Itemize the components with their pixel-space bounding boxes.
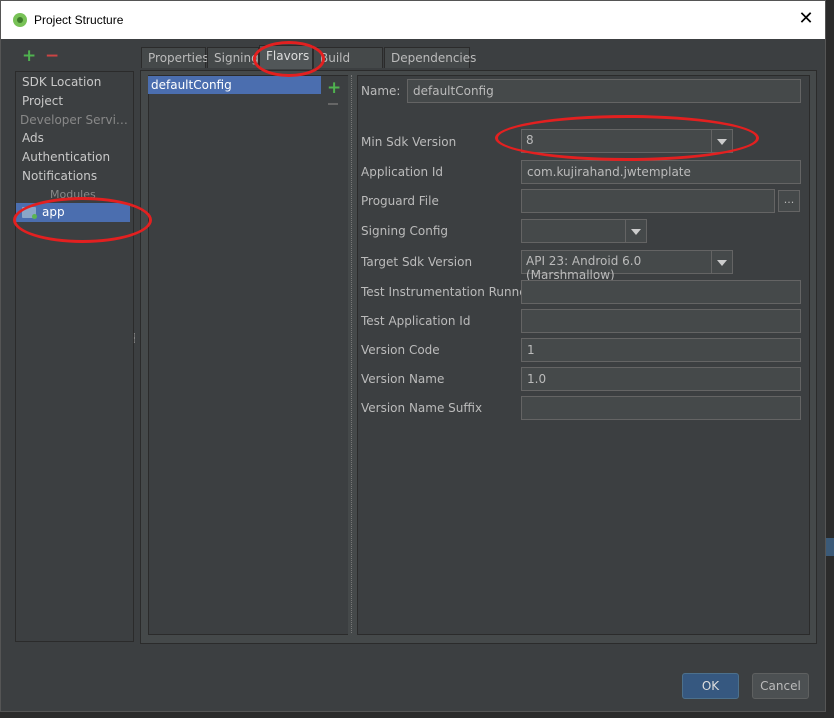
window-title: Project Structure bbox=[34, 13, 124, 27]
version-code-label: Version Code bbox=[361, 343, 440, 357]
min-sdk-combo[interactable]: 8 bbox=[521, 129, 733, 153]
tab-flavors[interactable]: Flavors bbox=[259, 45, 313, 69]
min-sdk-value: 8 bbox=[526, 133, 534, 147]
test-runner-field[interactable] bbox=[521, 280, 801, 304]
flavor-splitter-handle[interactable] bbox=[351, 75, 356, 633]
chevron-down-icon[interactable] bbox=[711, 130, 732, 152]
test-application-id-label: Test Application Id bbox=[361, 314, 471, 328]
version-name-suffix-field[interactable] bbox=[521, 396, 801, 420]
flavor-list-item[interactable]: defaultConfig bbox=[148, 76, 321, 94]
sidebar-splitter-handle[interactable]: ⁞ ⁞ bbox=[133, 333, 136, 346]
min-sdk-label: Min Sdk Version bbox=[361, 135, 457, 149]
version-code-field[interactable]: 1 bbox=[521, 338, 801, 362]
proguard-file-label: Proguard File bbox=[361, 194, 439, 208]
ok-button[interactable]: OK bbox=[682, 673, 739, 699]
chevron-down-icon[interactable] bbox=[711, 251, 732, 273]
application-id-field[interactable]: com.kujirahand.jwtemplate bbox=[521, 160, 801, 184]
version-name-label: Version Name bbox=[361, 372, 445, 386]
signing-config-combo[interactable] bbox=[521, 219, 647, 243]
version-name-suffix-label: Version Name Suffix bbox=[361, 401, 483, 415]
background-strip bbox=[826, 538, 834, 556]
tab-properties[interactable]: Properties bbox=[141, 47, 209, 68]
close-icon[interactable]: ✕ bbox=[795, 8, 817, 30]
sidebar-item-ads[interactable]: Ads bbox=[22, 131, 44, 145]
sidebar-item-app-label: app bbox=[42, 205, 65, 219]
sidebar-group-developer-services: Developer Servi… bbox=[20, 113, 128, 127]
tab-signing[interactable]: Signing bbox=[207, 47, 259, 68]
title-bar: Project Structure ✕ bbox=[1, 1, 825, 39]
target-sdk-value: API 23: Android 6.0 (Marshmallow) bbox=[526, 254, 642, 282]
name-field[interactable]: defaultConfig bbox=[407, 79, 801, 103]
sidebar-item-notifications[interactable]: Notifications bbox=[22, 169, 97, 183]
sidebar-modules-header: Modules bbox=[50, 188, 96, 201]
add-module-icon[interactable]: + bbox=[22, 46, 36, 66]
chevron-down-icon[interactable] bbox=[625, 220, 646, 242]
sidebar-item-app[interactable]: app bbox=[16, 203, 130, 222]
tab-build-types[interactable]: Build Types bbox=[313, 47, 383, 86]
add-flavor-icon[interactable]: + bbox=[327, 78, 341, 98]
flavor-list bbox=[148, 75, 322, 635]
background-window-edge bbox=[826, 0, 834, 718]
target-sdk-label: Target Sdk Version bbox=[361, 255, 473, 269]
test-runner-label: Test Instrumentation Runner bbox=[361, 285, 532, 299]
module-status-icon bbox=[32, 214, 37, 219]
flavor-list-item-label: defaultConfig bbox=[151, 78, 232, 92]
sidebar-item-authentication[interactable]: Authentication bbox=[22, 150, 110, 164]
remove-module-icon[interactable]: − bbox=[45, 46, 59, 66]
cancel-button[interactable]: Cancel bbox=[752, 673, 809, 699]
flavor-list-toolbar bbox=[321, 75, 348, 635]
sidebar-item-project[interactable]: Project bbox=[22, 94, 63, 108]
browse-button[interactable]: ... bbox=[778, 190, 800, 212]
sidebar-item-sdk-location[interactable]: SDK Location bbox=[22, 75, 101, 89]
target-sdk-combo[interactable]: API 23: Android 6.0 (Marshmallow) bbox=[521, 250, 733, 282]
version-name-field[interactable]: 1.0 bbox=[521, 367, 801, 391]
name-label: Name: bbox=[361, 84, 401, 98]
remove-flavor-icon[interactable] bbox=[328, 103, 338, 105]
tab-dependencies[interactable]: Dependencies bbox=[384, 47, 476, 68]
application-id-label: Application Id bbox=[361, 165, 444, 179]
android-studio-icon bbox=[13, 13, 27, 27]
test-application-id-field[interactable] bbox=[521, 309, 801, 333]
signing-config-label: Signing Config bbox=[361, 224, 449, 238]
proguard-file-field[interactable] bbox=[521, 189, 775, 213]
